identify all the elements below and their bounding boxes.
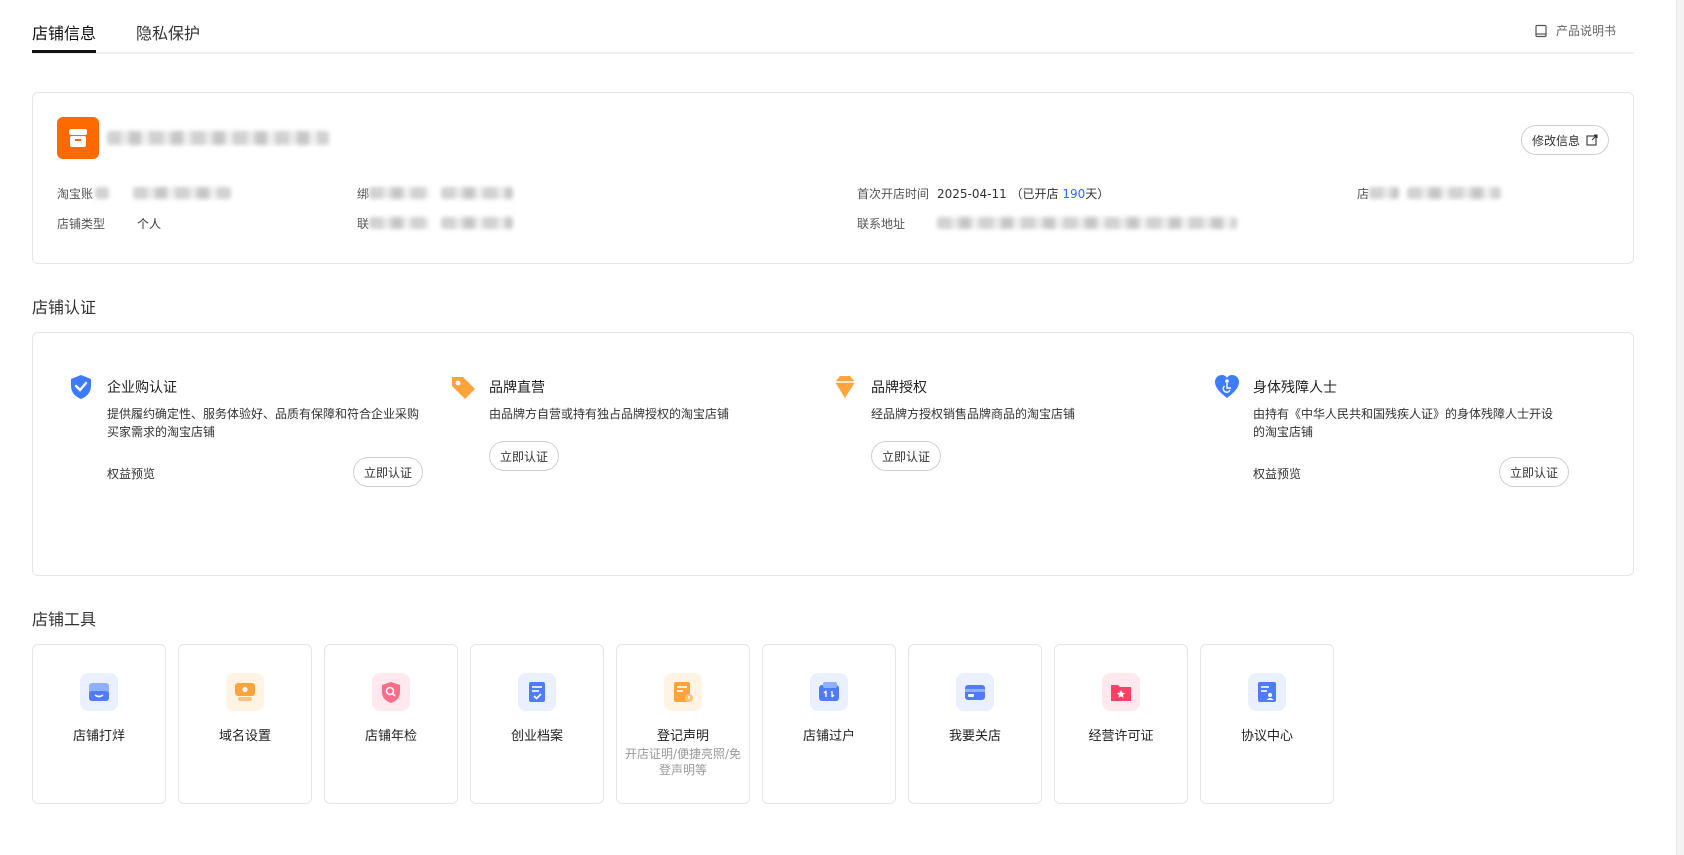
tool-license[interactable]: 经营许可证 [1054,644,1188,804]
startup-archive-icon [518,673,556,711]
registration-icon [664,673,702,711]
account-label: 淘宝账 [57,187,94,201]
cert-enterprise: 企业购认证 提供履约确定性、服务体验好、品质有保障和符合企业采购买家需求的淘宝店… [67,373,427,493]
store-type-value: 个人 [137,217,162,231]
tool-annual-check[interactable]: 店铺年检 [324,644,458,804]
tool-store-close[interactable]: 店铺打烊 [32,644,166,804]
tools-section-title: 店铺工具 [32,610,97,629]
tool-label: 域名设置 [218,729,271,744]
accessibility-heart-icon [1215,375,1239,398]
shield-check-icon [71,375,91,399]
cert-desc: 由持有《中华人民共和国残疾人证》的身体残障人士开设的淘宝店铺 [1253,407,1554,439]
external-link-icon [1586,134,1598,146]
close-store-icon [956,673,994,711]
shop-logo [57,117,99,159]
tool-close-store[interactable]: 我要关店 [908,644,1042,804]
tool-label: 经营许可证 [1088,729,1154,744]
open-days: 190 [1062,187,1086,201]
tool-label: 协议中心 [1240,729,1293,744]
store-transfer-icon [810,673,848,711]
store-label-redacted [1369,187,1399,199]
tool-label: 创业档案 [510,729,563,744]
cert-desc: 提供履约确定性、服务体验好、品质有保障和符合企业采购买家需求的淘宝店铺 [107,407,420,439]
store-label: 店 [1357,187,1370,201]
cert-title: 身体残障人士 [1253,380,1337,396]
store-type-label: 店铺类型 [57,217,106,231]
license-icon [1102,673,1140,711]
contact-value-redacted [441,217,513,229]
cert-desc: 经品牌方授权销售品牌商品的淘宝店铺 [871,407,1076,421]
address-label: 联系地址 [857,217,906,231]
domain-settings-icon [226,673,264,711]
cert-title: 品牌授权 [871,380,927,396]
certify-button[interactable]: 立即认证 [1499,457,1570,487]
cert-title: 品牌直营 [489,380,545,396]
store-close-icon [80,673,118,711]
edit-info-button[interactable]: 修改信息 [1520,125,1609,155]
certify-button[interactable]: 立即认证 [353,457,424,487]
account-value-redacted [133,187,231,199]
contact-label: 联 [357,217,370,231]
tool-startup-archive[interactable]: 创业档案 [470,644,604,804]
cert-desc: 由品牌方自营或持有独占品牌授权的淘宝店铺 [489,407,730,421]
tool-registration[interactable]: 登记声明 开店证明/便捷亮照/免登声明等 [616,644,750,804]
cert-brand-direct: 品牌直营 由品牌方自营或持有独占品牌授权的淘宝店铺 立即认证 [449,373,809,493]
certify-button[interactable]: 立即认证 [489,441,560,471]
tool-domain-settings[interactable]: 域名设置 [178,644,312,804]
edit-info-label: 修改信息 [1531,133,1580,148]
tool-sublabel: 开店证明/便捷亮照/免登声明等 [624,747,742,777]
shop-name-redacted [107,131,329,145]
annual-check-icon [372,673,410,711]
agreement-icon [1248,673,1286,711]
address-value-redacted [937,217,1237,229]
product-manual-link[interactable]: 产品说明书 [1534,22,1616,39]
certification-section-title: 店铺认证 [32,298,97,317]
first-open-label: 首次开店时间 [857,187,930,201]
benefit-preview-link[interactable]: 权益预览 [107,465,155,482]
certification-card: 企业购认证 提供履约确定性、服务体验好、品质有保障和符合企业采购买家需求的淘宝店… [32,332,1634,576]
bind-label: 绑 [357,187,370,201]
first-open-value: 2025-04-11 （已开店 190天） [937,185,1109,202]
tool-label: 店铺过户 [802,729,855,744]
tab-bar: 店铺信息 隐私保护 产品说明书 [32,0,1634,54]
tool-agreement[interactable]: 协议中心 [1200,644,1334,804]
certify-button[interactable]: 立即认证 [871,441,942,471]
tool-label: 店铺打烊 [72,729,125,744]
cert-disabled-person: 身体残障人士 由持有《中华人民共和国残疾人证》的身体残障人士开设的淘宝店铺 权益… [1213,373,1573,493]
store-icon [69,129,87,147]
vertical-scrollbar[interactable] [1676,0,1684,855]
open-days-suffix: 天） [1085,187,1110,201]
tool-label: 店铺年检 [364,729,417,744]
first-open-date: 2025-04-11 （已开店 [937,187,1063,201]
tool-store-transfer[interactable]: 店铺过户 [762,644,896,804]
tool-label: 我要关店 [948,729,1001,744]
price-tag-icon [452,377,475,399]
cert-title: 企业购认证 [107,380,177,396]
contact-label-redacted [369,217,429,229]
account-label-redacted [95,187,109,199]
shop-info-card: 修改信息 淘宝账 绑 首次开店时间 2025-04-11 （已开店 190天） … [32,92,1634,264]
benefit-preview-link[interactable]: 权益预览 [1253,465,1301,482]
bind-value-redacted [441,187,513,199]
cert-brand-authorized: 品牌授权 经品牌方授权销售品牌商品的淘宝店铺 立即认证 [831,373,1191,493]
tab-privacy[interactable]: 隐私保护 [136,20,200,44]
tool-label: 登记声明 [656,729,709,744]
store-value-redacted [1407,187,1501,199]
tab-store-info[interactable]: 店铺信息 [32,20,97,53]
book-icon [1535,24,1547,37]
product-manual-label: 产品说明书 [1555,24,1616,38]
diamond-icon [835,376,855,398]
bind-label-redacted [369,187,429,199]
